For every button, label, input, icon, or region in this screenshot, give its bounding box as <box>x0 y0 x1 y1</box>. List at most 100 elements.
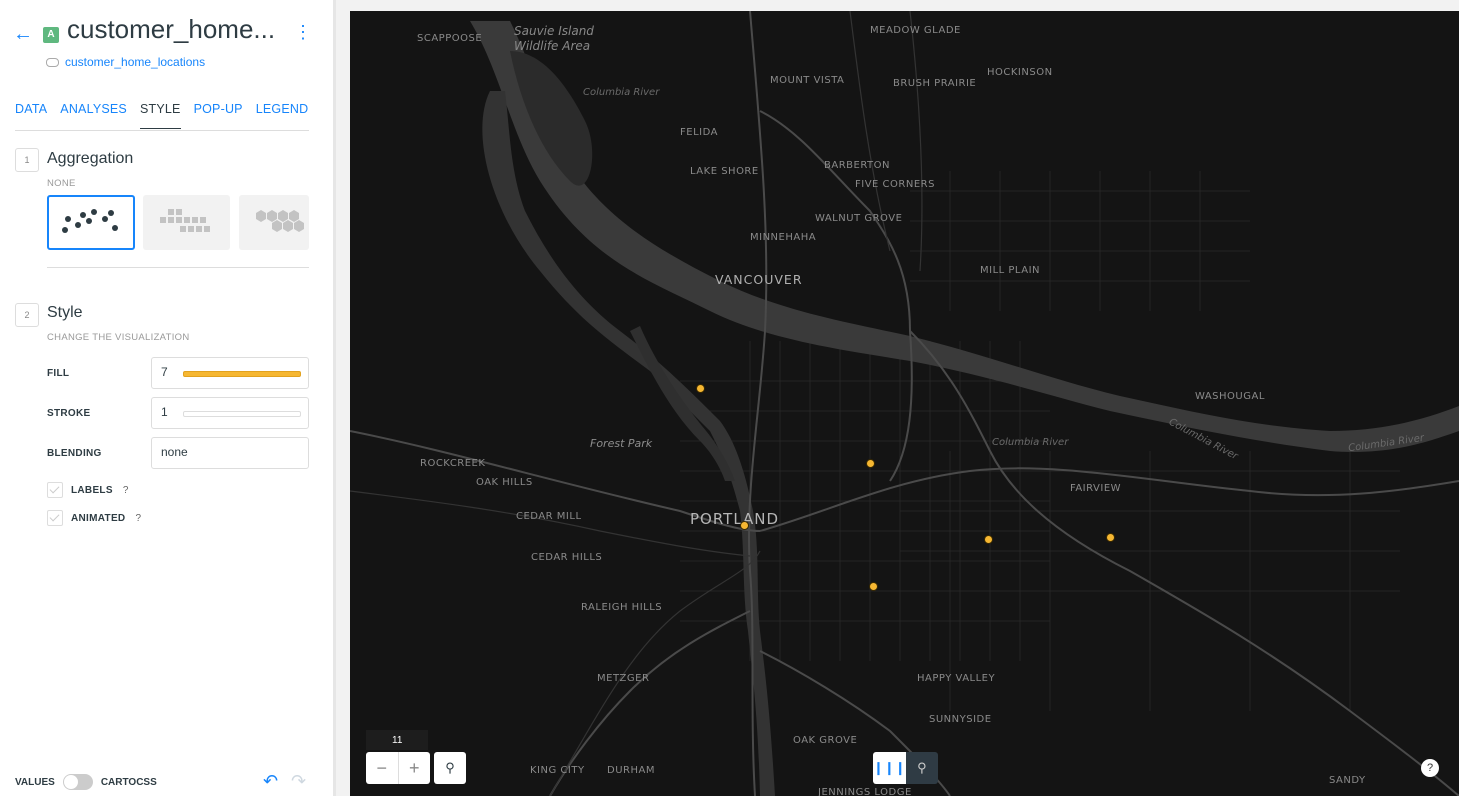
stroke-control[interactable]: 1 <box>151 397 309 429</box>
layer-editor-panel: ← A customer_home... ⋮ customer_home_loc… <box>0 0 333 796</box>
animated-checkbox[interactable] <box>47 510 63 526</box>
step-number: 1 <box>15 148 39 172</box>
map-label: RALEIGH HILLS <box>581 602 663 613</box>
fill-color-bar[interactable] <box>183 371 301 377</box>
tab-legend[interactable]: LEGEND <box>256 102 309 129</box>
blending-select[interactable]: none <box>151 437 309 469</box>
map-label: DURHAM <box>607 765 655 776</box>
tab-style[interactable]: STYLE <box>139 102 181 129</box>
animated-option[interactable]: ANIMATED ? <box>47 510 141 526</box>
tab-analyses[interactable]: ANALYSES <box>60 102 127 129</box>
map-label: ROCKCREEK <box>420 458 486 469</box>
blending-label: BLENDING <box>47 448 102 459</box>
blending-value[interactable]: none <box>161 445 188 459</box>
map-label: PORTLAND <box>690 510 780 528</box>
map-view-toggle: ❙❙❙ ⚲ <box>873 752 938 784</box>
zoom-control: − + <box>366 752 430 784</box>
columns-icon[interactable]: ❙❙❙ <box>873 752 906 784</box>
layer-letter-badge: A <box>43 27 59 43</box>
map-label: HOCKINSON <box>987 67 1053 78</box>
values-label: VALUES <box>15 776 55 788</box>
map-label: HAPPY VALLEY <box>917 673 996 684</box>
fill-label: FILL <box>47 368 70 379</box>
stroke-width-value[interactable]: 1 <box>161 405 168 419</box>
fill-control[interactable]: 7 <box>151 357 309 389</box>
labels-checkbox[interactable] <box>47 482 63 498</box>
panel-resize-handle[interactable] <box>333 0 336 796</box>
map-canvas[interactable]: SCAPPOOSE Sauvie Island Wildlife Area ME… <box>350 11 1459 796</box>
map-label: METZGER <box>597 673 650 684</box>
animated-help[interactable]: ? <box>135 513 141 524</box>
aggregation-points-option[interactable] <box>47 195 135 250</box>
map-label: BARBERTON <box>824 160 891 171</box>
help-button[interactable]: ? <box>1421 759 1439 777</box>
tabs-divider <box>15 130 309 131</box>
customer-point[interactable] <box>984 535 993 544</box>
map-pin-icon[interactable]: ⚲ <box>905 752 938 784</box>
labels-option[interactable]: LABELS ? <box>47 482 129 498</box>
style-title: Style <box>47 304 83 321</box>
editor-mode-switch: VALUES CARTOCSS <box>15 774 157 790</box>
search-icon[interactable]: ⚲ <box>434 752 466 784</box>
style-subtitle: CHANGE THE VISUALIZATION <box>47 332 190 343</box>
stroke-label: STROKE <box>47 408 91 419</box>
animated-label: ANIMATED <box>71 512 126 524</box>
cartocss-toggle[interactable] <box>62 774 93 790</box>
zoom-level: 11 <box>366 730 428 750</box>
aggregation-hexagons-option[interactable] <box>239 195 309 250</box>
map-label: OAK GROVE <box>793 735 858 746</box>
labels-label: LABELS <box>71 484 113 496</box>
map-label: KING CITY <box>530 765 585 776</box>
layer-title[interactable]: customer_home... <box>67 14 282 45</box>
map-label: CEDAR MILL <box>516 511 582 522</box>
back-arrow-icon[interactable]: ← <box>13 24 33 44</box>
labels-help[interactable]: ? <box>123 485 129 496</box>
map-label: VANCOUVER <box>715 272 803 287</box>
points-icon <box>62 209 118 233</box>
fill-size-value[interactable]: 7 <box>161 365 168 379</box>
tab-popup[interactable]: POP-UP <box>194 102 243 129</box>
tab-data[interactable]: DATA <box>15 102 47 129</box>
map-label: LAKE SHORE <box>690 166 759 177</box>
map-label: Columbia River <box>992 437 1069 448</box>
more-options-icon[interactable]: ⋮ <box>294 22 312 42</box>
customer-point[interactable] <box>696 384 705 393</box>
map-label: MOUNT VISTA <box>770 75 845 86</box>
customer-point[interactable] <box>866 459 875 468</box>
hexagons-icon <box>256 210 304 232</box>
customer-point[interactable] <box>1106 533 1115 542</box>
section-divider <box>47 267 309 268</box>
stroke-color-bar[interactable] <box>183 411 301 417</box>
redo-icon: ↷ <box>291 771 307 791</box>
basemap-streets <box>350 11 1459 796</box>
map-label: Wildlife Area <box>514 39 591 53</box>
customer-point[interactable] <box>869 582 878 591</box>
map-label: Sauvie Island <box>514 24 594 38</box>
zoom-out-button[interactable]: − <box>366 752 399 784</box>
map-label: SANDY <box>1329 775 1366 786</box>
aggregation-title: Aggregation <box>47 150 134 167</box>
source-name[interactable]: customer_home_locations <box>65 55 205 69</box>
map-label: BRUSH PRAIRIE <box>893 78 977 89</box>
customer-point[interactable] <box>740 521 749 530</box>
link-icon <box>46 57 59 67</box>
map-label: Forest Park <box>590 437 653 450</box>
map-label: OAK HILLS <box>476 477 533 488</box>
aggregation-subtitle: NONE <box>47 178 76 189</box>
map-label: FIVE CORNERS <box>855 179 935 190</box>
map-label: MEADOW GLADE <box>870 25 961 36</box>
map-label: SUNNYSIDE <box>929 714 992 725</box>
layer-tabs: DATA ANALYSES STYLE POP-UP LEGEND <box>15 102 321 129</box>
map-label: WASHOUGAL <box>1195 391 1265 402</box>
map-label: CEDAR HILLS <box>531 552 603 563</box>
map-label: SCAPPOOSE <box>417 33 483 44</box>
map-label: Columbia River <box>583 87 660 98</box>
map-label: FAIRVIEW <box>1070 483 1122 494</box>
map-label: FELIDA <box>680 127 718 138</box>
zoom-in-button[interactable]: + <box>399 752 431 784</box>
aggregation-squares-option[interactable] <box>143 195 230 250</box>
undo-icon[interactable]: ↶ <box>263 771 278 792</box>
step-number: 2 <box>15 303 39 327</box>
squares-icon <box>160 209 210 232</box>
source-link[interactable]: customer_home_locations <box>46 55 205 69</box>
